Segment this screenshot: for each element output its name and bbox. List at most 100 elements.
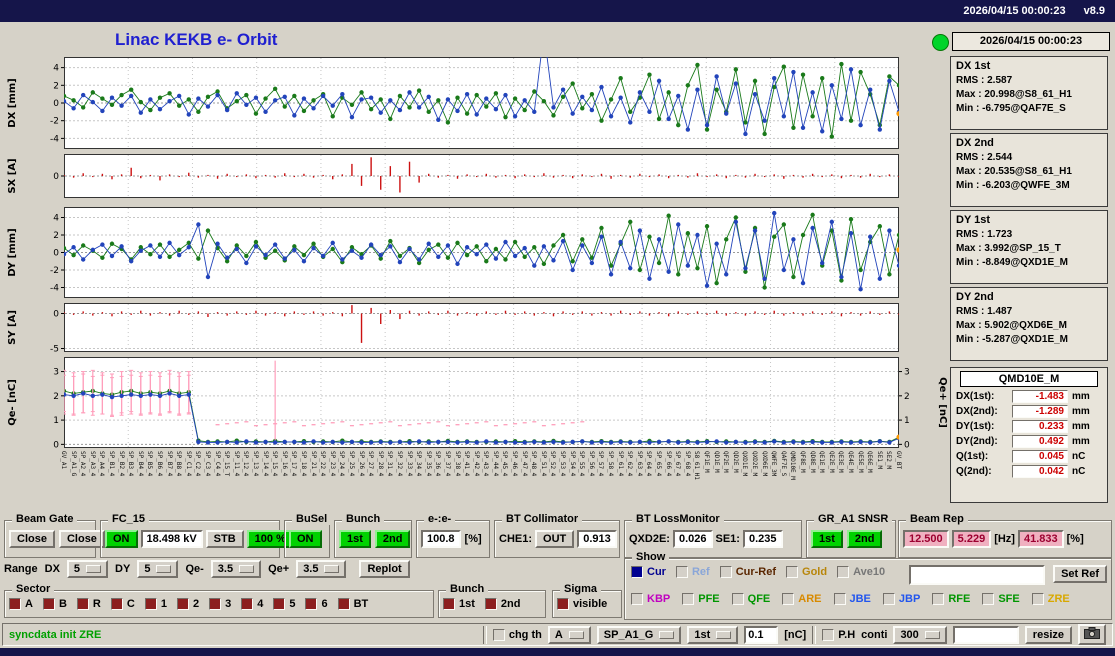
- x-axis-label: SP_44_4: [491, 451, 499, 477]
- dropdown-handle-icon: [156, 565, 172, 573]
- bottom-bar: [0, 648, 1115, 656]
- sigma-items: visible: [553, 591, 621, 617]
- show-option-jbe[interactable]: JBE: [833, 593, 871, 605]
- sector-checkbox-r[interactable]: R: [76, 598, 101, 610]
- bunch-2nd-button[interactable]: 2nd: [374, 530, 411, 548]
- show-option-kbp[interactable]: KBP: [631, 593, 670, 605]
- checkbox-icon: [682, 593, 695, 605]
- busel-on-button[interactable]: ON: [289, 530, 322, 548]
- stat-max: 20.998@S8_61_H1: [984, 89, 1072, 100]
- dropdown-handle-icon: [924, 630, 940, 639]
- gr-a1-1st-button[interactable]: 1st: [811, 530, 843, 548]
- x-axis-label: SP_B6_4: [155, 451, 163, 477]
- sector-checkbox-a[interactable]: A: [9, 598, 33, 610]
- show-option-zre[interactable]: ZRE: [1031, 593, 1070, 605]
- dropdown-handle-icon: [568, 630, 584, 639]
- svg-text:2: 2: [53, 81, 59, 91]
- che1-out-button[interactable]: OUT: [535, 530, 575, 548]
- fc15-on-button[interactable]: ON: [105, 530, 138, 548]
- checkbox-icon: [443, 598, 455, 610]
- x-axis-label: SP_34_4: [415, 451, 423, 477]
- aux-input[interactable]: [952, 625, 1019, 644]
- sector-checkbox-4[interactable]: 4: [241, 598, 263, 610]
- monitor-value: -1.483: [1012, 390, 1068, 403]
- interval-select[interactable]: 300: [893, 625, 947, 644]
- x-axis-label: SP_A1_G: [69, 451, 77, 477]
- sector-checkbox-label: 6: [321, 598, 328, 610]
- svg-text:3: 3: [53, 368, 59, 378]
- x-axis-label: QWFE_3M: [770, 451, 778, 477]
- show-option-qfe[interactable]: QFE: [731, 593, 770, 605]
- sigma-group: Sigma visible: [552, 583, 622, 618]
- show-option-cur-ref[interactable]: Cur-Ref: [719, 566, 776, 578]
- checkbox-icon: [833, 593, 846, 605]
- sector-checkbox-c[interactable]: C: [110, 598, 135, 610]
- range-qe-minus-select[interactable]: 3.5: [210, 560, 262, 578]
- fc15-stb-button[interactable]: STB: [205, 530, 244, 548]
- show-option-ref[interactable]: Ref: [675, 566, 710, 578]
- sy-steering-chart: 0 -5 SY [A]: [2, 303, 947, 355]
- monitor-select[interactable]: SP_A1_G: [596, 625, 682, 644]
- sector-checkbox-bt[interactable]: BT: [337, 598, 368, 610]
- beam-gate-close-button-2[interactable]: Close: [58, 530, 105, 548]
- bunch-select[interactable]: 1st: [687, 625, 739, 644]
- range-dy-select[interactable]: 5: [137, 560, 179, 578]
- sigma-checkbox-visible[interactable]: visible: [557, 598, 607, 610]
- sector-checkbox-5[interactable]: 5: [273, 598, 295, 610]
- show-option-jbp[interactable]: JBP: [882, 593, 920, 605]
- busel-group: BuSel ON: [284, 513, 332, 558]
- x-axis-label: SP_42_4: [472, 451, 480, 477]
- status-message: syncdata init ZRE: [9, 628, 102, 641]
- sector-checkbox-6[interactable]: 6: [305, 598, 328, 610]
- checkbox-icon: [786, 566, 799, 578]
- range-qe-plus-select[interactable]: 3.5: [296, 560, 347, 578]
- svg-text:1: 1: [53, 416, 59, 426]
- show-option-pfe[interactable]: PFE: [682, 593, 720, 605]
- bunch-checkbox-2nd[interactable]: 2nd: [484, 598, 520, 610]
- svg-text:SY [A]: SY [A]: [7, 310, 18, 345]
- x-axis-label: QF2E_M: [722, 451, 730, 473]
- checkbox-icon: [675, 566, 688, 578]
- bunch-checkbox-1st[interactable]: 1st: [443, 598, 475, 610]
- x-axis-label: SP_65_4: [655, 451, 663, 477]
- dropdown-handle-icon: [239, 565, 255, 573]
- show-option-ave10[interactable]: Ave10: [837, 566, 885, 578]
- ph-checkbox[interactable]: P.H: [822, 628, 855, 641]
- show-option-cur[interactable]: Cur: [631, 566, 666, 578]
- threshold-input[interactable]: [744, 625, 779, 644]
- sector-checkbox-3[interactable]: 3: [209, 598, 231, 610]
- checkbox-icon: [273, 598, 286, 610]
- x-axis-label: SP_21_4: [309, 451, 317, 477]
- sector-checkbox-b[interactable]: B: [42, 598, 67, 610]
- resize-button[interactable]: resize: [1024, 625, 1072, 644]
- sector-checkbox-label: 1: [160, 598, 167, 610]
- chg-th-checkbox[interactable]: chg th: [492, 628, 542, 641]
- checkbox-icon: [76, 598, 89, 610]
- x-axis-label: GV_A1: [60, 451, 67, 470]
- x-axis-label: SP_15_T: [223, 451, 231, 477]
- checkbox-icon: [492, 628, 505, 641]
- show-option-rfe[interactable]: RFE: [932, 593, 970, 605]
- beam-gate-close-button-1[interactable]: Close: [9, 530, 55, 548]
- x-axis-label: QXD6E_M: [760, 451, 768, 477]
- sector-checkbox-1[interactable]: 1: [144, 598, 167, 610]
- stats-dx-2nd: DX 2nd RMS : 2.544 Max : 20.535@S8_61_H1…: [950, 133, 1108, 207]
- gr-a1-2nd-button[interactable]: 2nd: [846, 530, 883, 548]
- x-axis-label: SP_63_4: [635, 451, 643, 477]
- screenshot-button[interactable]: [1078, 624, 1106, 645]
- svg-text:Qe+ [nC]: Qe+ [nC]: [937, 377, 947, 428]
- show-option-sfe[interactable]: SFE: [982, 593, 1020, 605]
- sector-select[interactable]: A: [547, 625, 591, 644]
- show-option-are[interactable]: ARE: [782, 593, 822, 605]
- range-dx-select[interactable]: 5: [66, 560, 109, 578]
- show-option-gold[interactable]: Gold: [786, 566, 827, 578]
- sector-checkbox-2[interactable]: 2: [176, 598, 199, 610]
- replot-button[interactable]: Replot: [359, 560, 410, 578]
- set-ref-button[interactable]: Set Ref: [1053, 565, 1107, 583]
- dropdown-handle-icon: [716, 630, 732, 639]
- x-axis-label: QF1E_M: [703, 451, 711, 473]
- set-ref-input[interactable]: [909, 565, 1045, 585]
- svg-text:-2: -2: [50, 266, 59, 276]
- x-axis-label: SP_38_4: [453, 451, 461, 477]
- bunch-1st-button[interactable]: 1st: [339, 530, 371, 548]
